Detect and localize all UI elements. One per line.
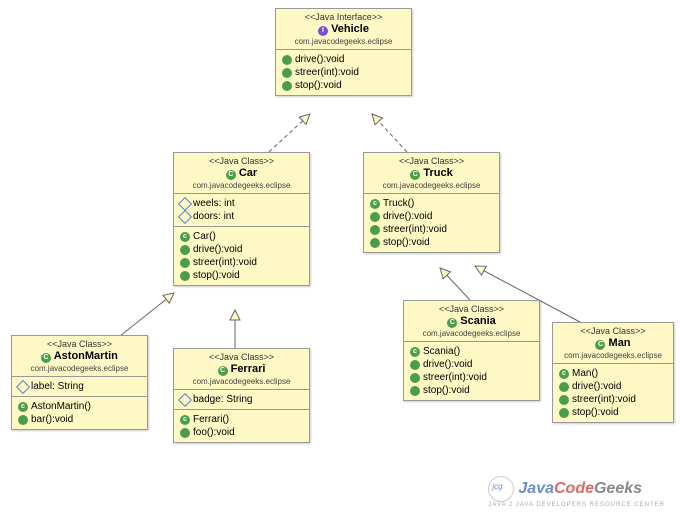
- method-icon: [180, 245, 190, 255]
- package-label: com.javacodegeeks.eclipse: [559, 351, 667, 360]
- package-label: com.javacodegeeks.eclipse: [282, 37, 405, 46]
- method-icon: [559, 382, 569, 392]
- method-icon: [18, 415, 28, 425]
- package-label: com.javacodegeeks.eclipse: [18, 364, 141, 373]
- method: stop():void: [410, 384, 533, 397]
- attr-icon: [178, 209, 192, 223]
- method-icon: [282, 81, 292, 91]
- stereotype: <<Java Interface>>: [282, 12, 405, 22]
- package-label: com.javacodegeeks.eclipse: [410, 329, 533, 338]
- stereotype: <<Java Class>>: [370, 156, 493, 166]
- logo-icon: [488, 476, 514, 502]
- attr-icon: [178, 196, 192, 210]
- method: stop():void: [559, 406, 667, 419]
- method: streer(int):void: [180, 256, 303, 269]
- method: streer(int):void: [282, 66, 405, 79]
- class-title: I Vehicle: [282, 22, 405, 37]
- class-title: C AstonMartin: [18, 349, 141, 364]
- method-icon: [282, 68, 292, 78]
- method-icon: [410, 373, 420, 383]
- method-icon: [559, 395, 569, 405]
- class-title: C Car: [180, 166, 303, 181]
- class-title: C Ferrari: [180, 362, 303, 377]
- constr-icon: c: [180, 415, 190, 425]
- class-icon: C: [595, 340, 605, 350]
- stereotype: <<Java Class>>: [180, 352, 303, 362]
- constructor: cTruck(): [370, 197, 493, 210]
- attr-icon: [178, 392, 192, 406]
- stereotype: <<Java Class>>: [180, 156, 303, 166]
- method-icon: [370, 225, 380, 235]
- method-icon: [180, 428, 190, 438]
- method: foo():void: [180, 426, 303, 439]
- method: drive():void: [559, 380, 667, 393]
- constructor: cMan(): [559, 367, 667, 380]
- method: streer(int):void: [410, 371, 533, 384]
- method: bar():void: [18, 413, 141, 426]
- method-icon: [180, 258, 190, 268]
- method-icon: [180, 271, 190, 281]
- constructor: cCar(): [180, 230, 303, 243]
- stereotype: <<Java Class>>: [410, 304, 533, 314]
- class-icon: C: [226, 170, 236, 180]
- constructor: cScania(): [410, 345, 533, 358]
- method-icon: [370, 238, 380, 248]
- method: drive():void: [180, 243, 303, 256]
- method: drive():void: [370, 210, 493, 223]
- constr-icon: c: [559, 369, 569, 379]
- class-title: C Truck: [370, 166, 493, 181]
- constr-icon: c: [18, 402, 28, 412]
- package-label: com.javacodegeeks.eclipse: [180, 181, 303, 190]
- interface-icon: I: [318, 26, 328, 36]
- watermark-sub: JAVA 2 JAVA DEVELOPERS RESOURCE CENTER: [488, 502, 665, 508]
- class-car: <<Java Class>> C Car com.javacodegeeks.e…: [173, 152, 310, 286]
- class-title: C Man: [559, 336, 667, 351]
- method: stop():void: [180, 269, 303, 282]
- class-icon: C: [41, 353, 51, 363]
- method: drive():void: [282, 53, 405, 66]
- method: streer(int):void: [559, 393, 667, 406]
- method-icon: [370, 212, 380, 222]
- method: streer(int):void: [370, 223, 493, 236]
- constr-icon: c: [180, 232, 190, 242]
- class-icon: C: [410, 170, 420, 180]
- constr-icon: c: [370, 199, 380, 209]
- class-title: C Scania: [410, 314, 533, 329]
- method-icon: [559, 408, 569, 418]
- method: drive():void: [410, 358, 533, 371]
- stereotype: <<Java Class>>: [18, 339, 141, 349]
- class-icon: C: [447, 318, 457, 328]
- class-scania: <<Java Class>> C Scania com.javacodegeek…: [403, 300, 540, 401]
- class-icon: C: [218, 366, 228, 376]
- method-icon: [410, 360, 420, 370]
- method-icon: [410, 386, 420, 396]
- attribute: label: String: [18, 380, 141, 393]
- constructor: cFerrari(): [180, 413, 303, 426]
- method: stop():void: [370, 236, 493, 249]
- class-truck: <<Java Class>> C Truck com.javacodegeeks…: [363, 152, 500, 253]
- method: stop():void: [282, 79, 405, 92]
- watermark-logo: JavaCodeGeeks JAVA 2 JAVA DEVELOPERS RES…: [488, 476, 665, 508]
- class-astonmartin: <<Java Class>> C AstonMartin com.javacod…: [11, 335, 148, 430]
- attribute: weels: int: [180, 197, 303, 210]
- class-ferrari: <<Java Class>> C Ferrari com.javacodegee…: [173, 348, 310, 443]
- package-label: com.javacodegeeks.eclipse: [370, 181, 493, 190]
- package-label: com.javacodegeeks.eclipse: [180, 377, 303, 386]
- interface-vehicle: <<Java Interface>> I Vehicle com.javacod…: [275, 8, 412, 96]
- stereotype: <<Java Class>>: [559, 326, 667, 336]
- method-icon: [282, 55, 292, 65]
- constructor: cAstonMartin(): [18, 400, 141, 413]
- class-man: <<Java Class>> C Man com.javacodegeeks.e…: [552, 322, 674, 423]
- attribute: doors: int: [180, 210, 303, 223]
- constr-icon: c: [410, 347, 420, 357]
- attr-icon: [16, 379, 30, 393]
- attribute: badge: String: [180, 393, 303, 406]
